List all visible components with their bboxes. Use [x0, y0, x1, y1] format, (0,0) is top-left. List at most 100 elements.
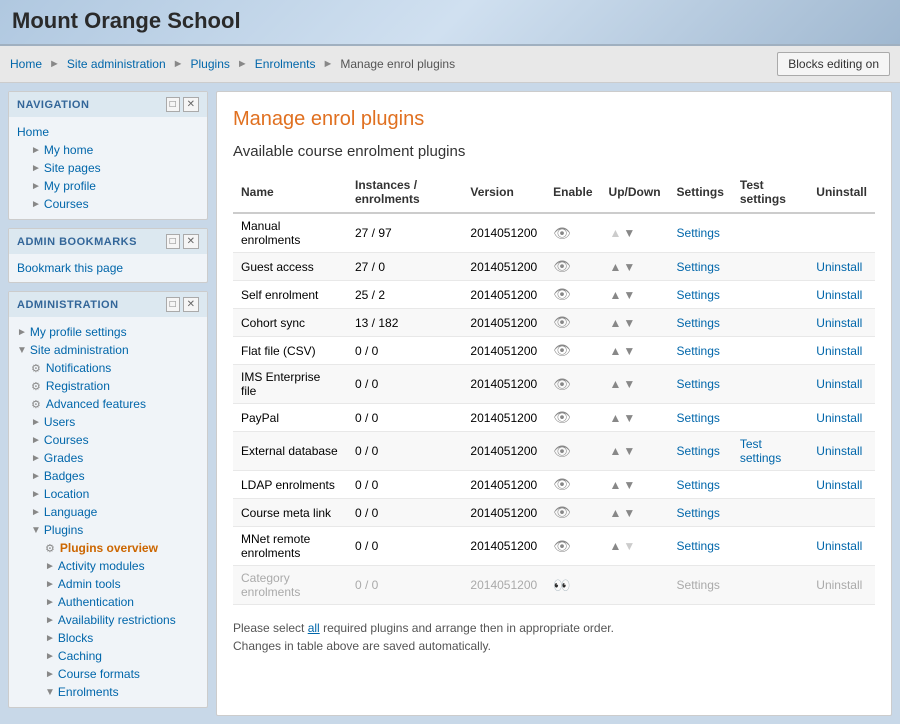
up-arrow-btn[interactable]: ▲ [610, 316, 622, 330]
admin-link-blocks[interactable]: Blocks [58, 630, 93, 646]
admin-link-advanced[interactable]: Advanced features [46, 396, 146, 412]
admin-link-course-formats[interactable]: Course formats [58, 666, 140, 682]
eye-icon[interactable]: 👁 [553, 538, 571, 554]
uninstall-link[interactable]: Uninstall [816, 377, 862, 391]
nav-panel-icon-1[interactable]: □ [166, 97, 180, 112]
plugin-settings: Settings [669, 337, 732, 365]
breadcrumb-plugins[interactable]: Plugins [191, 57, 230, 71]
up-arrow-btn[interactable]: ▲ [610, 411, 622, 425]
eye-icon[interactable]: 👁 [553, 258, 571, 274]
admin-link-admin-tools[interactable]: Admin tools [58, 576, 121, 592]
uninstall-link[interactable]: Uninstall [816, 539, 862, 553]
admin-link-enrolments[interactable]: Enrolments [58, 684, 119, 700]
admin-link-authentication[interactable]: Authentication [58, 594, 134, 610]
down-arrow-btn[interactable]: ▼ [623, 478, 635, 492]
admin-link-availability[interactable]: Availability restrictions [58, 612, 176, 628]
up-arrow-btn[interactable]: ▲ [610, 344, 622, 358]
bookmarks-panel-icon-2[interactable]: ✕ [183, 234, 199, 249]
settings-link[interactable]: Settings [677, 260, 720, 274]
admin-link-registration[interactable]: Registration [46, 378, 110, 394]
admin-link-activity-modules[interactable]: Activity modules [58, 558, 145, 574]
eye-icon[interactable]: 👁 [553, 443, 571, 459]
nav-link-home[interactable]: Home [17, 124, 49, 140]
admin-link-caching[interactable]: Caching [58, 648, 102, 664]
admin-link-users[interactable]: Users [44, 414, 75, 430]
admin-link-grades[interactable]: Grades [44, 450, 83, 466]
admin-panel-icon-1[interactable]: □ [166, 297, 180, 312]
eye-icon[interactable]: 👁 [553, 476, 571, 492]
table-row: Guest access27 / 02014051200👁▲▼SettingsU… [233, 253, 875, 281]
nav-link-sitepages[interactable]: Site pages [44, 160, 101, 176]
blocks-editing-button[interactable]: Blocks editing on [777, 52, 890, 76]
admin-link-notifications[interactable]: Notifications [46, 360, 111, 376]
eye-icon[interactable]: 👁 [553, 342, 571, 358]
up-arrow-btn[interactable]: ▲ [610, 506, 622, 520]
nav-link-myprofile[interactable]: My profile [44, 178, 96, 194]
breadcrumb-home[interactable]: Home [10, 57, 42, 71]
settings-link[interactable]: Settings [677, 539, 720, 553]
footer-note: Please select all required plugins and a… [233, 619, 875, 655]
down-arrow-btn[interactable]: ▼ [623, 411, 635, 425]
settings-link[interactable]: Settings [677, 377, 720, 391]
eye-icon[interactable]: 👁 [553, 376, 571, 392]
admin-link-profile-settings[interactable]: My profile settings [30, 324, 127, 340]
up-arrow-btn[interactable]: ▲ [610, 478, 622, 492]
down-arrow-btn[interactable]: ▼ [623, 226, 635, 240]
bookmark-this-page-link[interactable]: Bookmark this page [17, 260, 199, 276]
settings-link[interactable]: Settings [677, 478, 720, 492]
uninstall-link[interactable]: Uninstall [816, 316, 862, 330]
breadcrumb-enrolments[interactable]: Enrolments [255, 57, 316, 71]
nav-panel-icon-2[interactable]: ✕ [183, 97, 199, 112]
down-arrow-btn[interactable]: ▼ [623, 260, 635, 274]
settings-link[interactable]: Settings [677, 226, 720, 240]
table-row: Category enrolments0 / 02014051200👀Setti… [233, 566, 875, 605]
eye-icon[interactable]: 👁 [553, 286, 571, 302]
admin-link-plugins[interactable]: Plugins [44, 522, 83, 538]
uninstall-link[interactable]: Uninstall [816, 288, 862, 302]
eye-icon[interactable]: 👀 [553, 577, 570, 593]
settings-link[interactable]: Settings [677, 344, 720, 358]
admin-link-site-admin[interactable]: Site administration [30, 342, 129, 358]
admin-link-badges[interactable]: Badges [44, 468, 85, 484]
settings-link[interactable]: Settings [677, 316, 720, 330]
uninstall-link[interactable]: Uninstall [816, 411, 862, 425]
uninstall-link[interactable]: Uninstall [816, 478, 862, 492]
down-arrow-btn[interactable]: ▼ [623, 316, 635, 330]
plugin-instances: 27 / 0 [347, 253, 462, 281]
down-arrow-btn[interactable]: ▼ [623, 377, 635, 391]
footer-all-link[interactable]: all [308, 621, 320, 635]
down-arrow-btn[interactable]: ▼ [623, 506, 635, 520]
nav-link-myhome[interactable]: My home [44, 142, 93, 158]
plugin-updown: ▲▼ [601, 309, 669, 337]
bookmarks-panel-icon-1[interactable]: □ [166, 234, 180, 249]
admin-link-courses[interactable]: Courses [44, 432, 89, 448]
nav-link-courses[interactable]: Courses [44, 196, 89, 212]
admin-link-plugins-overview[interactable]: Plugins overview [60, 540, 158, 556]
up-arrow-btn[interactable]: ▲ [610, 444, 622, 458]
admin-link-language[interactable]: Language [44, 504, 97, 520]
settings-link[interactable]: Settings [677, 288, 720, 302]
eye-icon[interactable]: 👁 [553, 225, 571, 241]
plugin-updown: ▲▼ [601, 432, 669, 471]
breadcrumb-site-admin[interactable]: Site administration [67, 57, 166, 71]
uninstall-link[interactable]: Uninstall [816, 444, 862, 458]
down-arrow-btn[interactable]: ▼ [623, 288, 635, 302]
settings-link[interactable]: Settings [677, 506, 720, 520]
eye-icon[interactable]: 👁 [553, 314, 571, 330]
admin-panel-icon-2[interactable]: ✕ [183, 297, 199, 312]
uninstall-link[interactable]: Uninstall [816, 260, 862, 274]
down-arrow-btn[interactable]: ▼ [623, 444, 635, 458]
down-arrow-btn[interactable]: ▼ [623, 344, 635, 358]
admin-link-location[interactable]: Location [44, 486, 89, 502]
eye-icon[interactable]: 👁 [553, 409, 571, 425]
settings-link[interactable]: Settings [677, 444, 720, 458]
up-arrow-btn[interactable]: ▲ [610, 288, 622, 302]
up-arrow-btn[interactable]: ▲ [610, 377, 622, 391]
uninstall-link[interactable]: Uninstall [816, 344, 862, 358]
plugin-instances: 0 / 0 [347, 337, 462, 365]
test-settings-link[interactable]: Test settings [740, 437, 781, 465]
up-arrow-btn[interactable]: ▲ [610, 539, 622, 553]
settings-link[interactable]: Settings [677, 411, 720, 425]
up-arrow-btn[interactable]: ▲ [610, 260, 622, 274]
eye-icon[interactable]: 👁 [553, 504, 571, 520]
